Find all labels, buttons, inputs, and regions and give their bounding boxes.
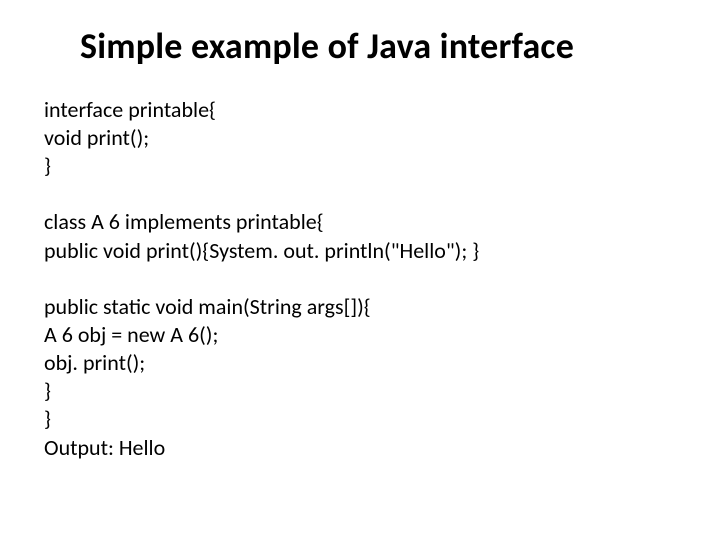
code-line: } — [44, 405, 676, 433]
code-body: interface printable{ void print(); } cla… — [44, 96, 676, 462]
slide: Simple example of Java interface interfa… — [0, 0, 720, 540]
code-line: } — [44, 377, 676, 405]
slide-title: Simple example of Java interface — [44, 24, 676, 68]
code-paragraph-1: interface printable{ void print(); } — [44, 96, 676, 180]
code-line: A 6 obj = new A 6(); — [44, 321, 676, 349]
code-line: } — [44, 152, 676, 180]
code-line: public void print(){System. out. println… — [44, 237, 676, 265]
code-paragraph-3: public static void main(String args[]){ … — [44, 293, 676, 462]
output-line: Output: Hello — [44, 434, 676, 462]
code-line: void print(); — [44, 124, 676, 152]
code-line: class A 6 implements printable{ — [44, 208, 676, 236]
code-line: obj. print(); — [44, 349, 676, 377]
code-line: interface printable{ — [44, 96, 676, 124]
code-paragraph-2: class A 6 implements printable{ public v… — [44, 208, 676, 264]
code-line: public static void main(String args[]){ — [44, 293, 676, 321]
